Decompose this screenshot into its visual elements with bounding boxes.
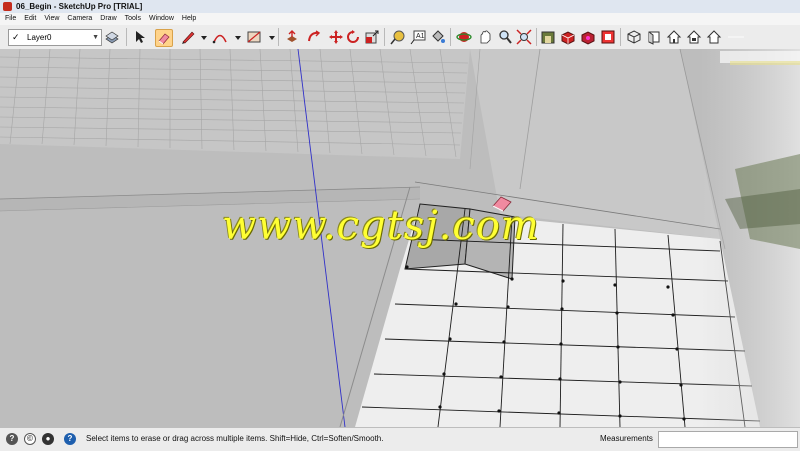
pan-tool-button[interactable] <box>477 29 493 45</box>
top-view-button[interactable] <box>646 29 662 45</box>
menu-view[interactable]: View <box>41 13 62 25</box>
toolbar-separator <box>126 28 127 46</box>
geo-location-icon[interactable]: ? <box>6 433 18 445</box>
window-title: 06_Begin - SketchUp Pro [TRIAL] <box>16 2 143 11</box>
back-view-button[interactable] <box>706 29 722 45</box>
checkmark-icon: ✓ <box>12 32 20 42</box>
arc-dropdown[interactable] <box>230 29 241 45</box>
measurements-input[interactable] <box>658 431 798 448</box>
eraser-tool-button[interactable] <box>155 29 173 47</box>
menu-window[interactable]: Window <box>146 13 177 25</box>
arc-tool-button[interactable] <box>212 29 228 45</box>
select-tool-button[interactable] <box>132 29 148 45</box>
tape-measure-tool-button[interactable] <box>390 29 406 45</box>
menu-draw[interactable]: Draw <box>97 13 119 25</box>
zoom-tool-button[interactable] <box>497 29 513 45</box>
materials-button[interactable] <box>580 29 596 45</box>
drawing-viewport[interactable]: www.cgtsj.com <box>0 49 800 427</box>
menu-file[interactable]: File <box>2 13 19 25</box>
orbit-tool-button[interactable] <box>456 29 472 45</box>
rectangle-dropdown[interactable] <box>264 29 275 45</box>
status-bar: ? © ● ? Select items to erase or drag ac… <box>0 427 800 451</box>
menu-help[interactable]: Help <box>179 13 199 25</box>
pencil-dropdown[interactable] <box>196 29 207 45</box>
text-tool-button[interactable]: A1 <box>410 29 426 45</box>
toolbar: ✓ Layer0 ▼ A1 <box>0 25 800 50</box>
pencil-tool-button[interactable] <box>180 29 196 45</box>
front-view-button[interactable] <box>666 29 682 45</box>
title-bar: 06_Begin - SketchUp Pro [TRIAL] <box>0 0 800 13</box>
rotate-tool-button[interactable] <box>345 29 361 45</box>
user-icon[interactable]: ● <box>42 433 54 445</box>
rectangle-tool-button[interactable] <box>246 29 262 45</box>
chevron-down-icon[interactable]: ▼ <box>92 30 99 45</box>
toolbar-separator <box>620 28 621 46</box>
zoom-extents-tool-button[interactable] <box>516 29 532 45</box>
help-icon[interactable]: ? <box>64 433 76 445</box>
toolbar-separator <box>278 28 279 46</box>
sketchup-logo-icon <box>3 2 12 11</box>
styles-button[interactable] <box>600 29 616 45</box>
toolbar-separator <box>384 28 385 46</box>
credits-icon[interactable]: © <box>24 433 36 445</box>
svg-text:A1: A1 <box>416 33 425 40</box>
toolbar-separator <box>450 28 451 46</box>
menu-tools[interactable]: Tools <box>122 13 144 25</box>
menu-camera[interactable]: Camera <box>64 13 95 25</box>
layer-select[interactable]: ✓ Layer0 ▼ <box>8 29 102 46</box>
scale-tool-button[interactable] <box>364 29 380 45</box>
menu-bar: File Edit View Camera Draw Tools Window Help <box>0 13 800 25</box>
iso-view-button[interactable] <box>626 29 642 45</box>
measurements-label: Measurements <box>600 434 653 443</box>
components-button[interactable] <box>560 29 576 45</box>
watermark-text: www.cgtsj.com <box>222 203 540 249</box>
left-view-button[interactable] <box>728 29 798 45</box>
move-tool-button[interactable] <box>328 29 344 45</box>
right-view-button[interactable] <box>686 29 702 45</box>
layer-manager-button[interactable] <box>104 29 120 45</box>
menu-edit[interactable]: Edit <box>21 13 39 25</box>
follow-me-tool-button[interactable] <box>306 29 322 45</box>
layer-name: Layer0 <box>27 33 52 42</box>
push-pull-tool-button[interactable] <box>284 29 300 45</box>
warehouse-button[interactable] <box>540 29 556 45</box>
toolbar-separator <box>536 28 537 46</box>
status-hint: Select items to erase or drag across mul… <box>86 434 384 443</box>
paint-bucket-tool-button[interactable] <box>430 29 446 45</box>
